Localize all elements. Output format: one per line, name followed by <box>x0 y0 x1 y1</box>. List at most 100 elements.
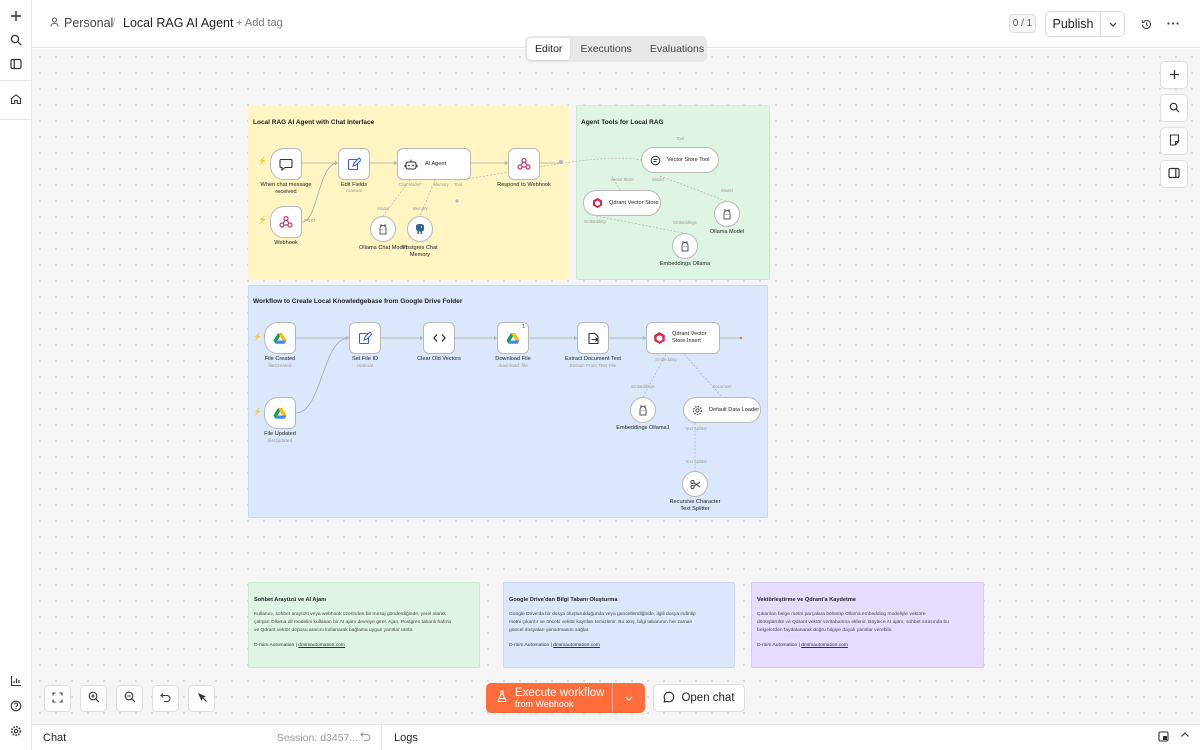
sticky-note-vectors[interactable]: Vektörleştirme ve Qdrant'a Kaydetme Çıka… <box>751 582 984 668</box>
port-label-memory: Memory <box>433 182 449 187</box>
tidy-up-button[interactable] <box>188 685 215 712</box>
plus-icon[interactable] <box>6 6 26 26</box>
node-ai-agent[interactable]: AI Agent <box>397 148 471 180</box>
sticky-note-drive[interactable]: Google Drive'dan Bilgi Tabanı Oluşturma … <box>503 582 735 668</box>
chevron-down-icon[interactable] <box>613 683 645 713</box>
search-icon[interactable] <box>6 30 26 50</box>
magic-wand-icon <box>196 691 208 706</box>
postgres-elephant-icon <box>414 223 426 235</box>
add-tag-button[interactable]: + Add tag <box>236 17 283 29</box>
node-file-created-label: File Created <box>264 356 296 362</box>
sticky-note-body: Çıkarılan belge metni parçalara bölünüp … <box>757 611 949 635</box>
undo-button[interactable] <box>152 685 179 712</box>
credit-link[interactable]: dmimautomation.com <box>553 643 600 648</box>
node-set-file-id-sub: manual <box>357 364 373 369</box>
node-text-splitter-label: Recursive Character Text Splitter <box>665 499 725 512</box>
node-postgres-memory[interactable] <box>407 216 433 242</box>
credit-link[interactable]: dmimautomation.com <box>801 643 848 648</box>
logs-panel-tab[interactable]: Logs <box>394 732 418 744</box>
insights-icon[interactable] <box>6 671 26 691</box>
node-file-updated-sub: fileUpdated <box>267 439 293 444</box>
more-options-icon[interactable] <box>1164 14 1182 32</box>
node-clear-old-vectors-label: Clear Old Vectors <box>417 356 461 362</box>
node-file-created-sub: fileCreated <box>268 364 292 369</box>
toggle-panel-button[interactable] <box>1160 160 1188 188</box>
zoom-in-button[interactable] <box>80 685 107 712</box>
node-ollama-chat-model[interactable] <box>370 216 396 242</box>
port-label-model: Model <box>377 206 389 211</box>
tab-editor[interactable]: Editor <box>527 38 571 60</box>
settings-gear-icon[interactable] <box>6 721 26 741</box>
version-badge: 0 / 1 <box>1009 14 1036 33</box>
credit-link[interactable]: dmimautomation.com <box>298 643 345 648</box>
node-text-splitter[interactable] <box>682 471 708 497</box>
zoom-out-button[interactable] <box>116 685 143 712</box>
chat-panel-tab[interactable]: Chat <box>43 732 66 744</box>
chevron-up-icon[interactable] <box>1180 730 1190 743</box>
node-embeddings-ollama1[interactable] <box>630 397 656 423</box>
node-extract-text-label: Extract Document Text <box>564 356 622 362</box>
chat-bubble-icon <box>663 691 675 706</box>
reset-session-icon[interactable] <box>360 731 371 745</box>
fit-view-button[interactable] <box>44 685 71 712</box>
execute-workflow-button[interactable]: Execute workflow from Webhook <box>486 683 613 713</box>
node-chat-trigger[interactable] <box>270 148 302 180</box>
node-ai-agent-label: AI Agent <box>425 160 447 167</box>
open-chat-button[interactable]: Open chat <box>653 684 745 712</box>
webhook-icon <box>279 215 293 229</box>
sticky-note-line: ve Qdrant vektör deposu aracını kullanar… <box>254 628 414 634</box>
sticky-note-line: belgelerden faydalanarak doğru bilgiye d… <box>757 628 893 634</box>
qdrant-icon <box>592 197 603 209</box>
add-sticky-note-button[interactable] <box>1160 127 1188 155</box>
node-ollama-model[interactable] <box>714 201 740 227</box>
breadcrumb-personal[interactable]: Personal <box>50 16 113 30</box>
tab-evaluations[interactable]: Evaluations <box>642 38 712 60</box>
node-qdrant-insert[interactable]: Qdrant Vector Store Insert <box>646 322 720 354</box>
llama-icon <box>638 404 648 416</box>
pop-out-icon[interactable] <box>1158 731 1169 745</box>
node-file-created[interactable] <box>264 322 296 354</box>
trigger-bolt-icon: ⚡ <box>253 334 262 341</box>
node-vector-store-tool-label: Vector Store Tool <box>667 156 710 163</box>
node-file-updated[interactable] <box>264 397 296 429</box>
sticky-note-icon <box>1169 133 1180 149</box>
node-respond-webhook[interactable] <box>508 148 540 180</box>
node-webhook[interactable] <box>270 206 302 238</box>
tab-executions[interactable]: Executions <box>572 38 639 60</box>
node-chat-trigger-text: When chat message received <box>260 182 312 195</box>
chat-tool-icon <box>650 155 661 166</box>
node-vector-store-tool[interactable]: Vector Store Tool <box>641 147 719 173</box>
node-qdrant-vector-store[interactable]: Qdrant Vector Store <box>583 190 661 216</box>
port-label-vector-store: Vector Store <box>610 177 634 182</box>
history-icon[interactable] <box>1138 16 1154 32</box>
node-webhook-label: Webhook <box>274 240 298 246</box>
sticky-note-line: çalışan Ollama dil modelini kullanan bir… <box>254 620 451 626</box>
add-node-button[interactable] <box>1160 61 1188 89</box>
workflow-title[interactable]: Local RAG AI Agent <box>123 16 234 30</box>
sticky-note-chat[interactable]: Sohbet Arayüzü ve AI Ajanı Kullanıcı, so… <box>248 582 480 668</box>
node-clear-old-vectors[interactable] <box>423 322 455 354</box>
publish-button[interactable]: Publish <box>1046 12 1101 36</box>
node-download-file[interactable]: 1 <box>497 322 529 354</box>
node-set-file-id[interactable] <box>349 322 381 354</box>
trigger-bolt-icon: ⚡ <box>258 158 267 165</box>
home-icon[interactable] <box>6 89 26 109</box>
search-nodes-button[interactable] <box>1160 94 1188 122</box>
session-id: Session: d3457... <box>277 732 359 744</box>
credit-text: D-mim Automation | <box>757 643 802 648</box>
node-edit-fields[interactable] <box>338 148 370 180</box>
chevron-down-icon[interactable] <box>1101 12 1124 36</box>
node-embeddings-ollama[interactable] <box>672 233 698 259</box>
execute-label: Execute workflow <box>515 686 605 699</box>
port-label-tool-in: Tool <box>676 136 684 141</box>
node-extract-text[interactable]: ▫ <box>577 322 609 354</box>
panel-toggle-icon[interactable] <box>6 54 26 74</box>
node-edit-fields-sub: manual <box>346 189 362 194</box>
port-label-model-in: Model <box>721 188 733 193</box>
port-label-embedding-in: Embedding <box>655 357 677 362</box>
help-icon[interactable] <box>6 696 26 716</box>
execute-sublabel: from Webhook <box>515 698 574 709</box>
node-default-data-loader[interactable]: Default Data Loader <box>683 397 761 423</box>
port-label-model-out: Model <box>652 177 664 182</box>
user-icon <box>50 16 59 30</box>
